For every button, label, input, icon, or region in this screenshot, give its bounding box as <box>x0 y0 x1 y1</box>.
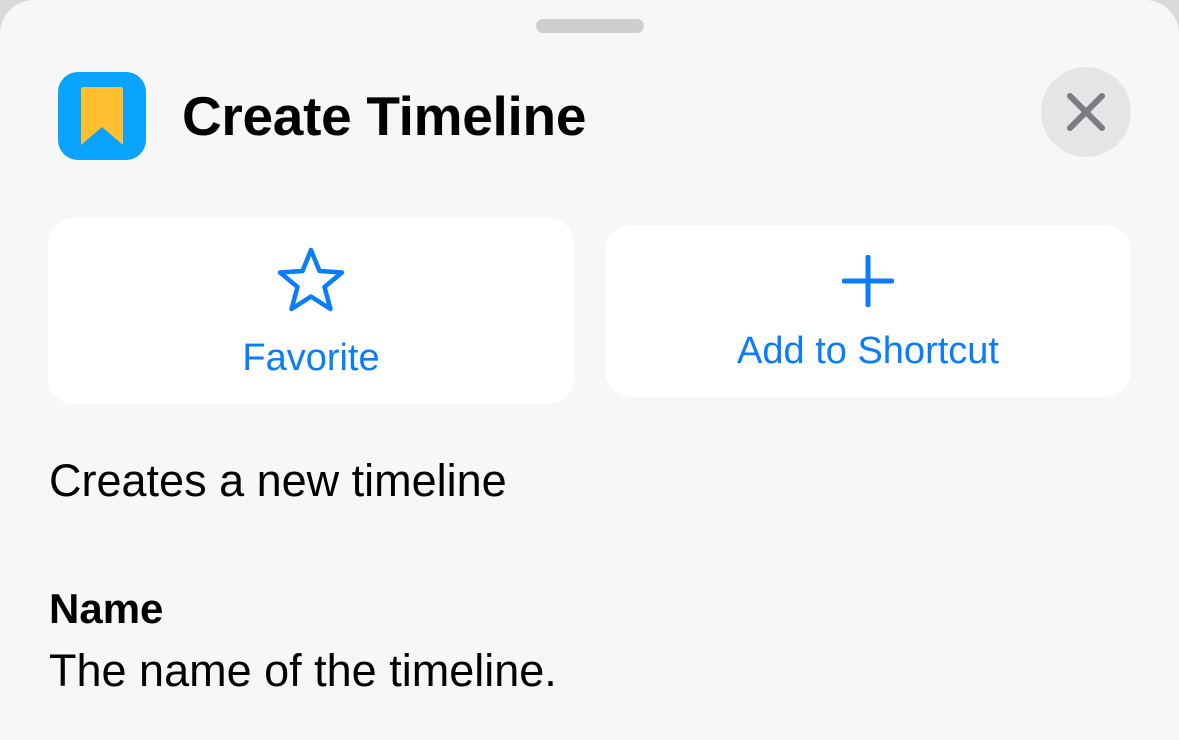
add-to-shortcut-label: Add to Shortcut <box>737 330 999 372</box>
parameter-name: Name <box>49 585 164 632</box>
action-description: Creates a new timeline <box>49 455 507 506</box>
add-to-shortcut-button[interactable]: Add to Shortcut <box>605 225 1131 397</box>
close-icon <box>1067 93 1105 131</box>
favorite-button[interactable]: Favorite <box>48 218 574 404</box>
action-info-sheet: Create Timeline Favorite Add to Shortcut… <box>0 0 1179 740</box>
bookmark-icon <box>81 87 123 145</box>
favorite-label: Favorite <box>242 337 380 379</box>
plus-icon <box>842 255 894 307</box>
sheet-title: Create Timeline <box>182 85 587 147</box>
star-icon <box>277 247 345 312</box>
sheet-grabber[interactable] <box>536 19 644 33</box>
close-button[interactable] <box>1041 67 1131 157</box>
bookmark-app-icon <box>58 72 146 160</box>
parameter-description: The name of the timeline. <box>49 645 557 696</box>
